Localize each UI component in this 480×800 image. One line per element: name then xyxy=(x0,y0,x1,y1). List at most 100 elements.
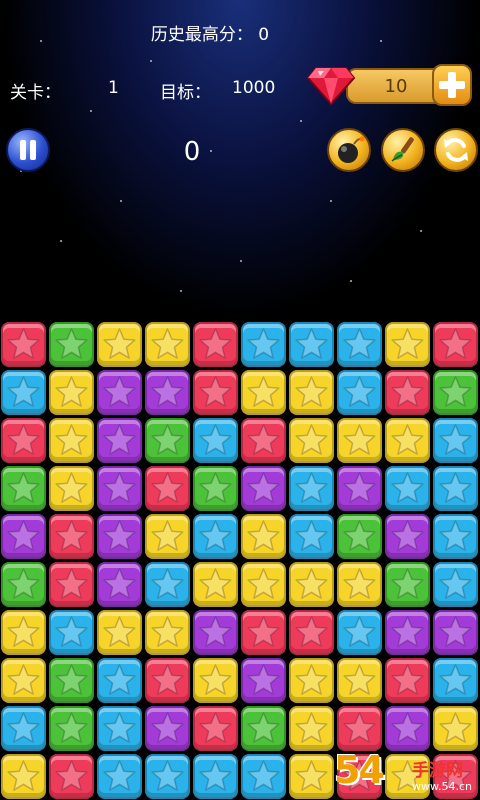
purple-star-tile[interactable] xyxy=(385,514,430,559)
purple-star-tile[interactable] xyxy=(97,562,142,607)
purple-star-tile[interactable] xyxy=(385,706,430,751)
blue-star-tile[interactable] xyxy=(433,514,478,559)
blue-star-tile[interactable] xyxy=(433,658,478,703)
green-star-tile[interactable] xyxy=(385,562,430,607)
bomb-tool-button[interactable] xyxy=(327,128,371,172)
yellow-star-tile[interactable] xyxy=(385,418,430,463)
yellow-star-tile[interactable] xyxy=(337,658,382,703)
red-star-tile[interactable] xyxy=(49,754,94,799)
purple-star-tile[interactable] xyxy=(145,370,190,415)
purple-star-tile[interactable] xyxy=(97,418,142,463)
yellow-star-tile[interactable] xyxy=(97,322,142,367)
red-star-tile[interactable] xyxy=(1,322,46,367)
refresh-tool-button[interactable] xyxy=(434,128,478,172)
blue-star-tile[interactable] xyxy=(241,754,286,799)
yellow-star-tile[interactable] xyxy=(433,706,478,751)
yellow-star-tile[interactable] xyxy=(145,514,190,559)
green-star-tile[interactable] xyxy=(193,466,238,511)
blue-star-tile[interactable] xyxy=(289,514,334,559)
purple-star-tile[interactable] xyxy=(241,658,286,703)
yellow-star-tile[interactable] xyxy=(49,370,94,415)
yellow-star-tile[interactable] xyxy=(241,562,286,607)
yellow-star-tile[interactable] xyxy=(337,418,382,463)
blue-star-tile[interactable] xyxy=(97,706,142,751)
paint-brush-tool-button[interactable] xyxy=(381,128,425,172)
red-star-tile[interactable] xyxy=(433,322,478,367)
blue-star-tile[interactable] xyxy=(97,754,142,799)
yellow-star-tile[interactable] xyxy=(49,418,94,463)
blue-star-tile[interactable] xyxy=(337,322,382,367)
yellow-star-tile[interactable] xyxy=(1,658,46,703)
yellow-star-tile[interactable] xyxy=(1,610,46,655)
purple-star-tile[interactable] xyxy=(97,370,142,415)
purple-star-tile[interactable] xyxy=(337,466,382,511)
purple-star-tile[interactable] xyxy=(193,610,238,655)
yellow-star-tile[interactable] xyxy=(1,754,46,799)
yellow-star-tile[interactable] xyxy=(97,610,142,655)
blue-star-tile[interactable] xyxy=(433,466,478,511)
yellow-star-tile[interactable] xyxy=(289,418,334,463)
yellow-star-tile[interactable] xyxy=(193,658,238,703)
green-star-tile[interactable] xyxy=(49,706,94,751)
blue-star-tile[interactable] xyxy=(145,562,190,607)
blue-star-tile[interactable] xyxy=(433,418,478,463)
blue-star-tile[interactable] xyxy=(337,610,382,655)
blue-star-tile[interactable] xyxy=(193,418,238,463)
blue-star-tile[interactable] xyxy=(1,370,46,415)
blue-star-tile[interactable] xyxy=(1,706,46,751)
blue-star-tile[interactable] xyxy=(193,754,238,799)
purple-star-tile[interactable] xyxy=(97,514,142,559)
blue-star-tile[interactable] xyxy=(337,370,382,415)
purple-star-tile[interactable] xyxy=(241,466,286,511)
green-star-tile[interactable] xyxy=(145,418,190,463)
purple-star-tile[interactable] xyxy=(145,706,190,751)
blue-star-tile[interactable] xyxy=(241,322,286,367)
red-star-tile[interactable] xyxy=(49,514,94,559)
blue-star-tile[interactable] xyxy=(433,562,478,607)
red-star-tile[interactable] xyxy=(193,322,238,367)
blue-star-tile[interactable] xyxy=(145,754,190,799)
add-gems-button[interactable] xyxy=(432,64,472,106)
purple-star-tile[interactable] xyxy=(433,610,478,655)
yellow-star-tile[interactable] xyxy=(49,466,94,511)
red-star-tile[interactable] xyxy=(241,418,286,463)
yellow-star-tile[interactable] xyxy=(289,754,334,799)
red-star-tile[interactable] xyxy=(193,706,238,751)
red-star-tile[interactable] xyxy=(385,370,430,415)
blue-star-tile[interactable] xyxy=(289,466,334,511)
yellow-star-tile[interactable] xyxy=(289,562,334,607)
yellow-star-tile[interactable] xyxy=(289,658,334,703)
yellow-star-tile[interactable] xyxy=(193,562,238,607)
yellow-star-tile[interactable] xyxy=(337,562,382,607)
green-star-tile[interactable] xyxy=(433,370,478,415)
purple-star-tile[interactable] xyxy=(385,610,430,655)
yellow-star-tile[interactable] xyxy=(289,370,334,415)
yellow-star-tile[interactable] xyxy=(145,322,190,367)
red-star-tile[interactable] xyxy=(145,658,190,703)
green-star-tile[interactable] xyxy=(1,562,46,607)
purple-star-tile[interactable] xyxy=(1,514,46,559)
green-star-tile[interactable] xyxy=(1,466,46,511)
red-star-tile[interactable] xyxy=(193,370,238,415)
purple-star-tile[interactable] xyxy=(97,466,142,511)
red-star-tile[interactable] xyxy=(337,706,382,751)
yellow-star-tile[interactable] xyxy=(241,514,286,559)
red-star-tile[interactable] xyxy=(1,418,46,463)
red-star-tile[interactable] xyxy=(289,610,334,655)
red-star-tile[interactable] xyxy=(49,562,94,607)
blue-star-tile[interactable] xyxy=(289,322,334,367)
green-star-tile[interactable] xyxy=(337,514,382,559)
yellow-star-tile[interactable] xyxy=(289,706,334,751)
pause-button[interactable] xyxy=(6,128,50,172)
red-star-tile[interactable] xyxy=(145,466,190,511)
yellow-star-tile[interactable] xyxy=(385,322,430,367)
green-star-tile[interactable] xyxy=(49,658,94,703)
red-star-tile[interactable] xyxy=(385,658,430,703)
blue-star-tile[interactable] xyxy=(385,466,430,511)
yellow-star-tile[interactable] xyxy=(145,610,190,655)
blue-star-tile[interactable] xyxy=(49,610,94,655)
green-star-tile[interactable] xyxy=(49,322,94,367)
red-star-tile[interactable] xyxy=(241,610,286,655)
green-star-tile[interactable] xyxy=(241,706,286,751)
blue-star-tile[interactable] xyxy=(193,514,238,559)
